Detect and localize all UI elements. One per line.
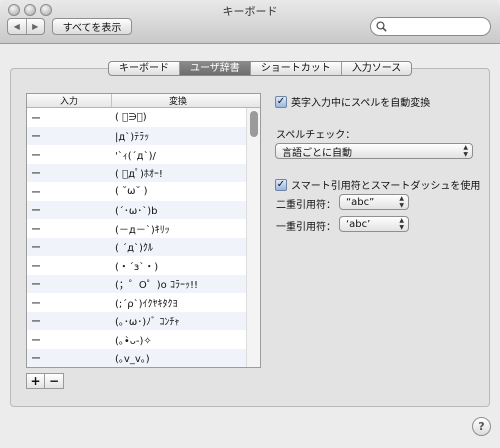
tab-shortcuts[interactable]: ショートカット — [249, 62, 341, 75]
column-header-input[interactable]: 入力 — [27, 94, 112, 107]
output-cell[interactable]: |д`)ﾃﾗｯ — [112, 128, 244, 143]
single-quotes-label: 一重引用符： — [276, 222, 336, 233]
search-field[interactable] — [370, 17, 491, 36]
chevron-updown-icon: ▲ ▼ — [463, 144, 468, 158]
single-quotes-value: ‘abc’ — [346, 218, 371, 230]
spellcheck-language-select[interactable]: 言語ごとに自動 ▲ ▼ — [275, 143, 473, 159]
spelling-auto-correct-label: 英字入力中にスペルを自動変換 — [291, 98, 431, 109]
table-row[interactable]: ー (；゜O゜)o ｺﾗｰｯ!! — [27, 274, 260, 293]
table-row[interactable]: ー( ˘ω˘ ) — [27, 182, 260, 201]
navigation-buttons: ◀ ▶ — [7, 18, 45, 35]
output-cell[interactable]: ( ﾟ∋ﾟ) — [112, 112, 244, 123]
output-cell[interactable]: (｡•̀ᴗ-)✧ — [112, 332, 244, 347]
search-input[interactable] — [390, 21, 485, 32]
table-row[interactable]: ー |д`)ﾃﾗｯ — [27, 126, 260, 145]
output-cell[interactable]: '`ｨ(´д`)/ — [112, 147, 244, 162]
back-button[interactable]: ◀ — [8, 19, 26, 34]
tab-user-dictionary[interactable]: ユーザ辞書 — [179, 62, 250, 75]
table-row[interactable]: ー '`ｨ(´д`)/ — [27, 145, 260, 164]
tab-input-sources[interactable]: 入力ソース — [340, 62, 411, 75]
output-cell[interactable]: (´･ω･`)b — [112, 202, 244, 217]
search-icon — [376, 21, 387, 32]
column-header-output[interactable]: 変換 — [112, 94, 244, 107]
input-cell[interactable]: ー — [27, 110, 112, 125]
spellcheck-label: スペルチェック： — [276, 130, 356, 141]
table-row[interactable]: ー( ﾟдﾟ)ﾎｵｰ! — [27, 163, 260, 182]
double-quotes-label: 二重引用符： — [276, 200, 336, 211]
chevron-updown-icon: ▲ ▼ — [399, 217, 404, 231]
table-row[interactable]: ー( ﾟ∋ﾟ) — [27, 108, 260, 127]
table-row[interactable]: ー( ´д`)ｸﾙ — [27, 237, 260, 256]
input-cell[interactable]: ー — [27, 184, 112, 199]
table-row[interactable]: ー (｡v_v｡) — [27, 348, 260, 367]
output-cell[interactable]: (・´з`・) — [112, 258, 244, 273]
spelling-auto-correct-checkbox[interactable]: ✓ — [275, 95, 287, 108]
output-cell[interactable]: (－д－`)ｷﾘｯ — [112, 221, 244, 236]
smart-quotes-option[interactable]: ✓ スマート引用符とスマートダッシュを使用 — [275, 177, 480, 192]
double-quotes-value: “abc” — [346, 196, 375, 208]
input-cell[interactable]: ー — [27, 313, 112, 328]
input-cell[interactable]: ー — [27, 276, 112, 291]
table-row[interactable]: ー (;´ρ`)ｲｸﾔｷﾀｸﾖ — [27, 293, 260, 312]
input-cell[interactable]: ー — [27, 239, 112, 254]
help-button[interactable]: ? — [472, 417, 491, 436]
single-quotes-select[interactable]: ‘abc’ ▲ ▼ — [339, 216, 409, 232]
add-entry-button[interactable]: + — [26, 373, 45, 389]
table-header: 入力 変換 — [27, 94, 260, 108]
spellcheck-language-value: 言語ごとに自動 — [282, 147, 352, 159]
output-cell[interactable]: (｡v_v｡) — [112, 350, 244, 365]
spelling-auto-correct-option[interactable]: ✓ 英字入力中にスペルを自動変換 — [275, 94, 430, 109]
table-row[interactable]: ー (´･ω･`)b — [27, 200, 260, 219]
input-cell[interactable]: ー — [27, 221, 112, 236]
input-cell[interactable]: ー — [27, 332, 112, 347]
output-cell[interactable]: ( ˘ω˘ ) — [112, 186, 244, 197]
smart-quotes-checkbox[interactable]: ✓ — [275, 178, 287, 191]
dictionary-table: 入力 変換 ー( ﾟ∋ﾟ) ー |д`)ﾃﾗｯー '`ｨ(´д`)/ー( ﾟдﾟ)ﾎｵ… — [26, 93, 261, 368]
vertical-scrollbar[interactable] — [246, 108, 260, 367]
table-row[interactable]: ー (｡･ω･)ﾉﾞ ｺﾝﾁｬ — [27, 311, 260, 330]
input-cell[interactable]: ー — [27, 147, 112, 162]
output-cell[interactable]: ( ﾟдﾟ)ﾎｵｰ! — [112, 165, 244, 180]
input-cell[interactable]: ー — [27, 258, 112, 273]
input-cell[interactable]: ー — [27, 350, 112, 365]
input-cell[interactable]: ー — [27, 202, 112, 217]
table-row[interactable]: ー (－д－`)ｷﾘｯ — [27, 219, 260, 238]
output-cell[interactable]: (;´ρ`)ｲｸﾔｷﾀｸﾖ — [112, 295, 244, 310]
table-row[interactable]: ー (｡•̀ᴗ-)✧ — [27, 330, 260, 349]
scrollbar-thumb[interactable] — [250, 111, 258, 137]
output-cell[interactable]: ( ´д`)ｸﾙ — [112, 239, 244, 254]
tab-keyboard[interactable]: キーボード — [109, 62, 179, 75]
output-cell[interactable]: (；゜O゜)o ｺﾗｰｯ!! — [112, 276, 244, 291]
title-bar: キーボード ◀ ▶ すべてを表示 — [0, 0, 500, 44]
input-cell[interactable]: ー — [27, 128, 112, 143]
table-body: ー( ﾟ∋ﾟ) ー |д`)ﾃﾗｯー '`ｨ(´д`)/ー( ﾟдﾟ)ﾎｵｰ! ー( ˘… — [27, 108, 260, 367]
chevron-updown-icon: ▲ ▼ — [399, 195, 404, 209]
smart-quotes-label: スマート引用符とスマートダッシュを使用 — [291, 181, 481, 192]
table-row[interactable]: ー (・´з`・) — [27, 256, 260, 275]
show-all-button[interactable]: すべてを表示 — [52, 18, 132, 35]
forward-button[interactable]: ▶ — [25, 19, 45, 34]
output-cell[interactable]: (｡･ω･)ﾉﾞ ｺﾝﾁｬ — [112, 313, 244, 328]
input-cell[interactable]: ー — [27, 165, 112, 180]
add-remove-buttons: + − — [26, 373, 64, 389]
remove-entry-button[interactable]: − — [45, 373, 64, 389]
tab-bar: キーボード ユーザ辞書 ショートカット 入力ソース — [108, 61, 413, 76]
input-cell[interactable]: ー — [27, 295, 112, 310]
double-quotes-select[interactable]: “abc” ▲ ▼ — [339, 194, 409, 210]
